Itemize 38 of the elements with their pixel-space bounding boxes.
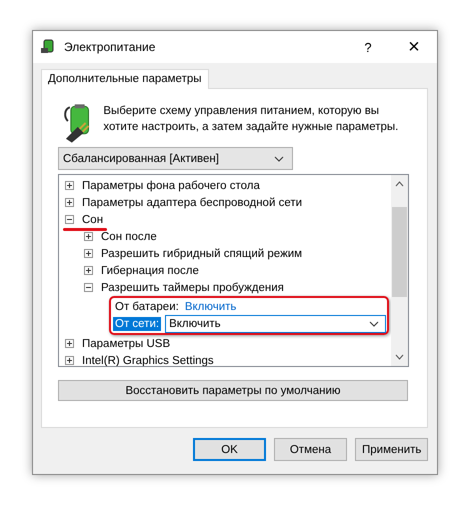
scrollbar[interactable] xyxy=(391,175,408,366)
help-button[interactable]: ? xyxy=(345,31,391,63)
tree-item[interactable]: Разрешить гибридный спящий режим xyxy=(101,248,302,260)
tree-item[interactable]: Параметры USB xyxy=(82,338,170,350)
tree-item[interactable]: Параметры адаптера беспроводной сети xyxy=(82,196,302,208)
dialog-button[interactable]: OK xyxy=(193,438,266,461)
window-title: Электропитание xyxy=(64,40,156,54)
scroll-down-icon[interactable] xyxy=(395,354,404,360)
value-link[interactable]: Включить xyxy=(184,300,236,312)
settings-tab[interactable]: Дополнительные параметры xyxy=(41,69,208,89)
expander-icon[interactable] xyxy=(84,232,93,241)
chevron-down-icon xyxy=(274,156,284,162)
tree-item[interactable]: Intel(R) Graphics Settings xyxy=(82,354,214,366)
restore-defaults-button[interactable]: Восстановить параметры по умолчанию xyxy=(58,380,408,401)
tree-item[interactable]: Параметры фона рабочего стола xyxy=(82,180,260,192)
tree-item[interactable]: Гибернация после xyxy=(101,264,199,276)
close-button[interactable]: × xyxy=(391,31,437,63)
expander-icon[interactable] xyxy=(84,266,93,275)
expander-icon[interactable] xyxy=(65,181,74,190)
expander-icon[interactable] xyxy=(65,356,74,365)
tree-item[interactable]: Сон после xyxy=(101,230,157,242)
scroll-thumb[interactable] xyxy=(392,207,407,297)
chevron-down-icon xyxy=(369,320,379,326)
expander-icon[interactable] xyxy=(65,198,74,207)
value-dropdown[interactable]: Включить xyxy=(165,314,386,332)
dialog-button[interactable]: Применить xyxy=(355,438,428,461)
dialog-button[interactable]: Отмена xyxy=(274,438,347,461)
tree-item[interactable]: Сон xyxy=(82,214,104,226)
expander-icon[interactable] xyxy=(65,339,74,348)
expander-icon[interactable] xyxy=(65,215,74,224)
setting-label[interactable]: От сети: xyxy=(113,316,162,330)
scroll-up-icon[interactable] xyxy=(395,181,404,187)
expander-icon[interactable] xyxy=(84,249,93,258)
setting-label[interactable]: От батареи: xyxy=(113,300,181,314)
scheme-dropdown[interactable]: Сбалансированная [Активен] xyxy=(58,147,293,170)
expander-icon[interactable] xyxy=(84,283,93,292)
tree-item[interactable]: Разрешить таймеры пробуждения xyxy=(101,282,284,294)
description-text: Выберите схему управления питанием, которую вы хотите настроить, а затем задайте нужные параметры. xyxy=(103,104,400,135)
